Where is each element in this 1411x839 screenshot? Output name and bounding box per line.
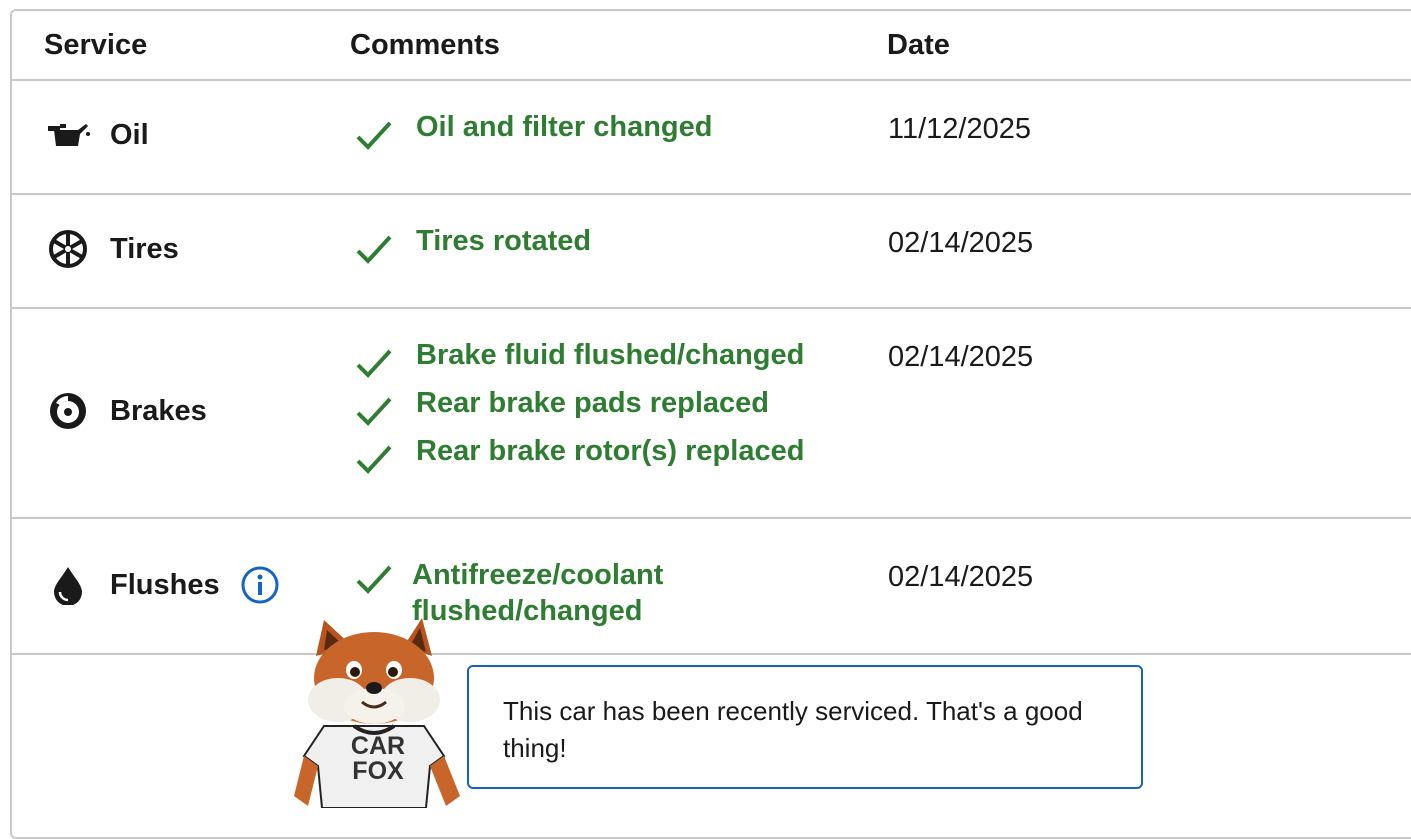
- drop-icon: [46, 563, 90, 607]
- check-icon: [356, 235, 392, 264]
- shirt-text-line2: FOX: [352, 757, 404, 785]
- shirt-text-line1: CAR: [350, 732, 406, 760]
- date-cell: 11/12/2025: [888, 113, 1031, 145]
- date-cell: 02/14/2025: [888, 341, 1034, 373]
- service-label: Oil: [110, 118, 149, 151]
- comment-text: Rear brake pads replaced: [416, 387, 770, 419]
- service-cell: Brakes: [46, 389, 207, 433]
- comment-text: Brake fluid flushed/changed: [416, 339, 805, 371]
- comment-item: Rear brake rotor(s) replaced: [354, 433, 804, 481]
- tire-icon: [46, 227, 90, 271]
- check-icon: [356, 445, 392, 474]
- table-row-flushes: Flushes Antifreeze/coolant flushed/chang…: [12, 517, 1411, 655]
- comment-text: Oil and filter changed: [416, 111, 713, 143]
- comment-text: Rear brake rotor(s) replaced: [416, 435, 805, 467]
- check-icon: [356, 121, 392, 150]
- mascot-message-bubble: This car has been recently serviced. Tha…: [467, 665, 1143, 789]
- service-label: Flushes: [110, 568, 220, 601]
- service-label: Tires: [110, 232, 179, 265]
- header-service: Service: [44, 29, 148, 61]
- comments-cell: Tires rotated: [354, 223, 591, 271]
- service-cell: Tires: [46, 227, 179, 271]
- info-icon[interactable]: [240, 565, 280, 605]
- date-cell: 02/14/2025: [888, 227, 1034, 259]
- check-icon: [356, 565, 392, 594]
- service-cell: Oil: [46, 113, 149, 157]
- comment-item: Tires rotated: [354, 223, 591, 271]
- comment-item: Oil and filter changed: [354, 109, 713, 157]
- table-row-tires: Tires Tires rotated 02/14/2025: [12, 193, 1411, 309]
- comment-item: Brake fluid flushed/changed: [354, 337, 804, 385]
- check-icon: [356, 349, 392, 378]
- mascot-message: This car has been recently serviced. Tha…: [503, 696, 1083, 763]
- header-comments: Comments: [350, 29, 500, 61]
- check-icon: [356, 397, 392, 426]
- service-cell: Flushes: [46, 563, 280, 607]
- oil-can-icon: [46, 113, 90, 157]
- comments-cell: Brake fluid flushed/changed Rear brake p…: [354, 337, 804, 481]
- comment-item: Rear brake pads replaced: [354, 385, 804, 433]
- table-row-brakes: Brakes Brake fluid flushed/changed Rear …: [12, 307, 1411, 519]
- brake-disc-icon: [46, 389, 90, 433]
- date-cell: 02/14/2025: [888, 561, 1034, 593]
- table-row-oil: Oil Oil and filter changed 11/12/2025: [12, 79, 1411, 195]
- service-label: Brakes: [110, 394, 207, 427]
- table-header: Service Comments Date: [12, 11, 1411, 81]
- comment-text: Tires rotated: [416, 225, 592, 257]
- header-date: Date: [887, 29, 950, 61]
- comments-cell: Oil and filter changed: [354, 109, 713, 157]
- car-fox-mascot: CAR FOX: [294, 616, 464, 809]
